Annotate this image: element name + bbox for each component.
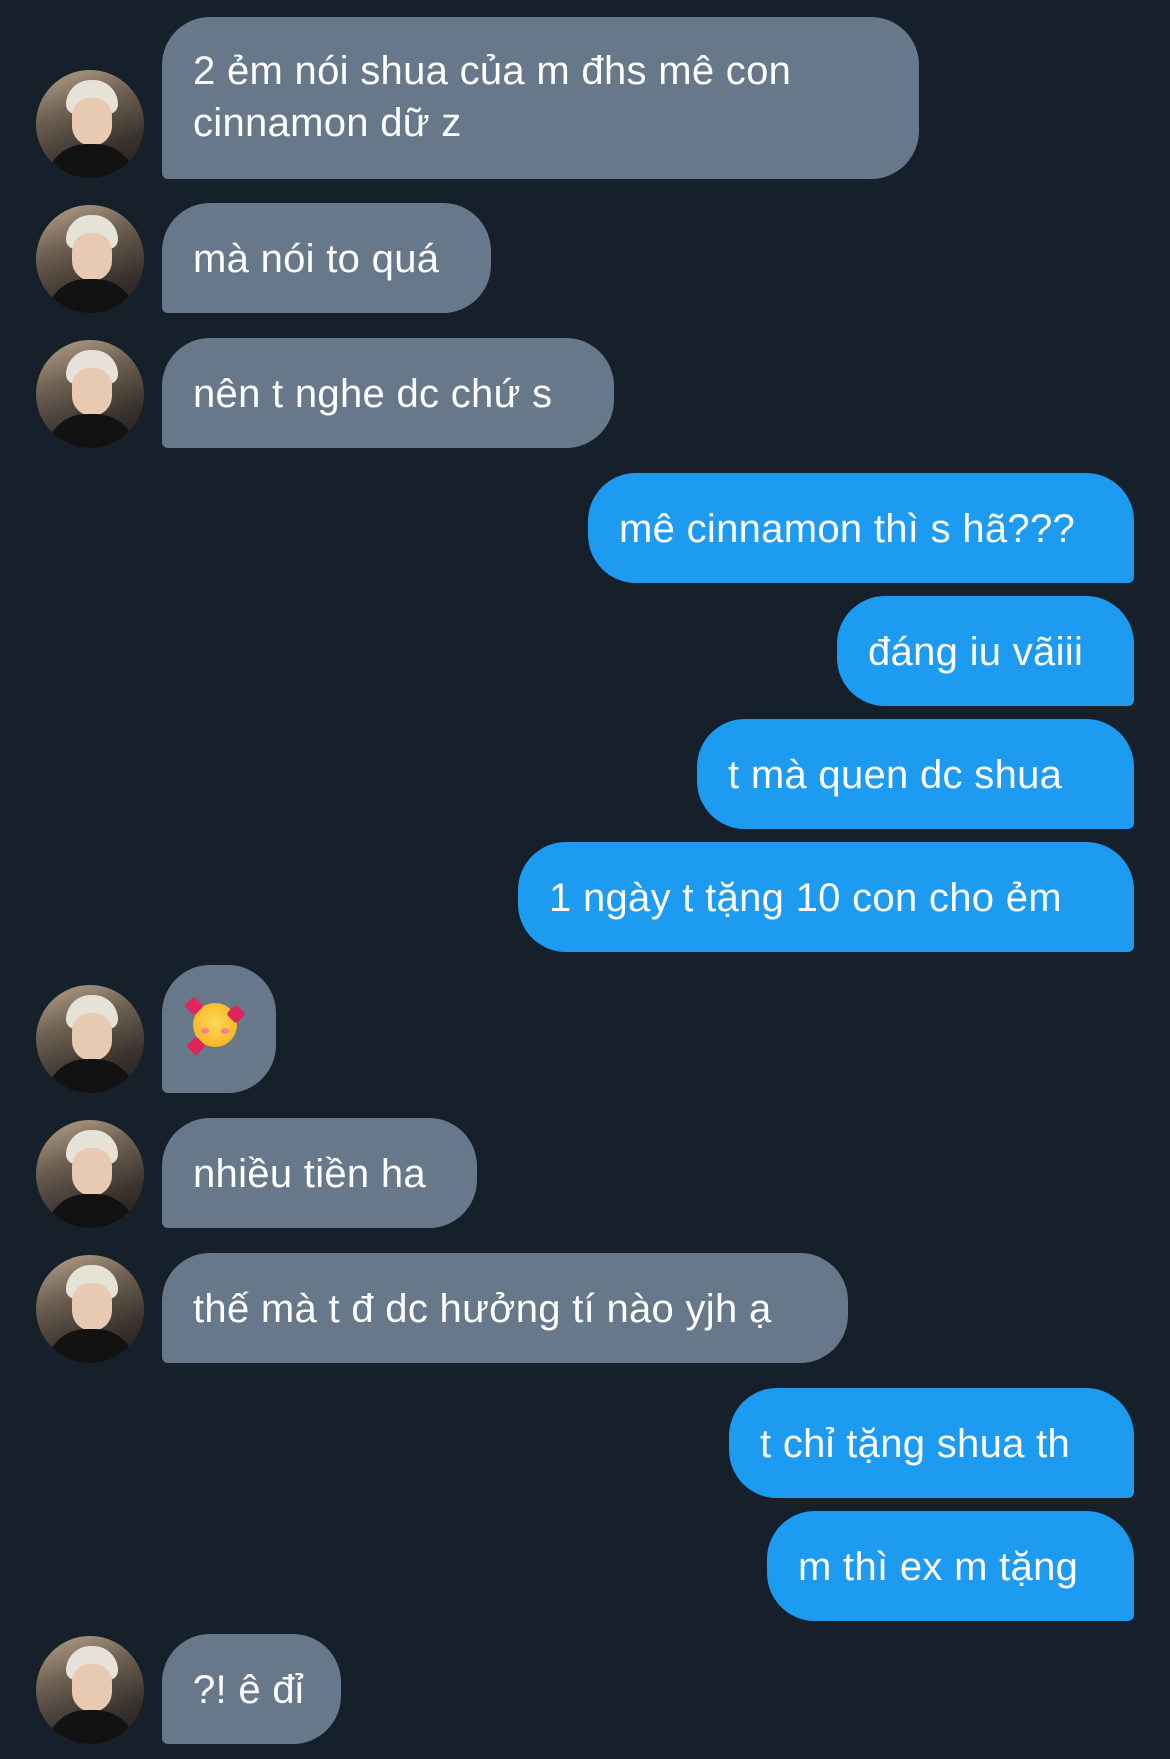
avatar[interactable] [36,205,144,313]
incoming-message-bubble[interactable]: nhiều tiền ha [162,1118,477,1228]
incoming-message-bubble[interactable]: 2 ẻm nói shua của m đhs mê con cinnamon … [162,17,919,179]
incoming-message-bubble[interactable]: thế mà t đ dc hưởng tí nào yjh ạ [162,1253,848,1363]
incoming-message-bubble[interactable]: mà nói to quá [162,203,491,313]
outgoing-message-bubble[interactable]: t mà quen dc shua [697,719,1134,829]
smiling-face-with-hearts-icon [184,996,246,1057]
outgoing-message-bubble[interactable]: mê cinnamon thì s hã??? [588,473,1134,583]
incoming-message-bubble[interactable] [162,965,276,1093]
outgoing-message-bubble[interactable]: t chỉ tặng shua th [729,1388,1134,1498]
outgoing-message-bubble[interactable]: m thì ex m tặng [767,1511,1134,1621]
avatar[interactable] [36,1255,144,1363]
avatar[interactable] [36,1120,144,1228]
avatar[interactable] [36,1636,144,1744]
outgoing-message-bubble[interactable]: đáng iu vãiii [837,596,1134,706]
avatar[interactable] [36,70,144,178]
incoming-message-bubble[interactable]: nên t nghe dc chứ s [162,338,614,448]
avatar[interactable] [36,985,144,1093]
avatar[interactable] [36,340,144,448]
incoming-message-bubble[interactable]: ?! ê đỉ [162,1634,341,1744]
outgoing-message-bubble[interactable]: 1 ngày t tặng 10 con cho ẻm [518,842,1134,952]
